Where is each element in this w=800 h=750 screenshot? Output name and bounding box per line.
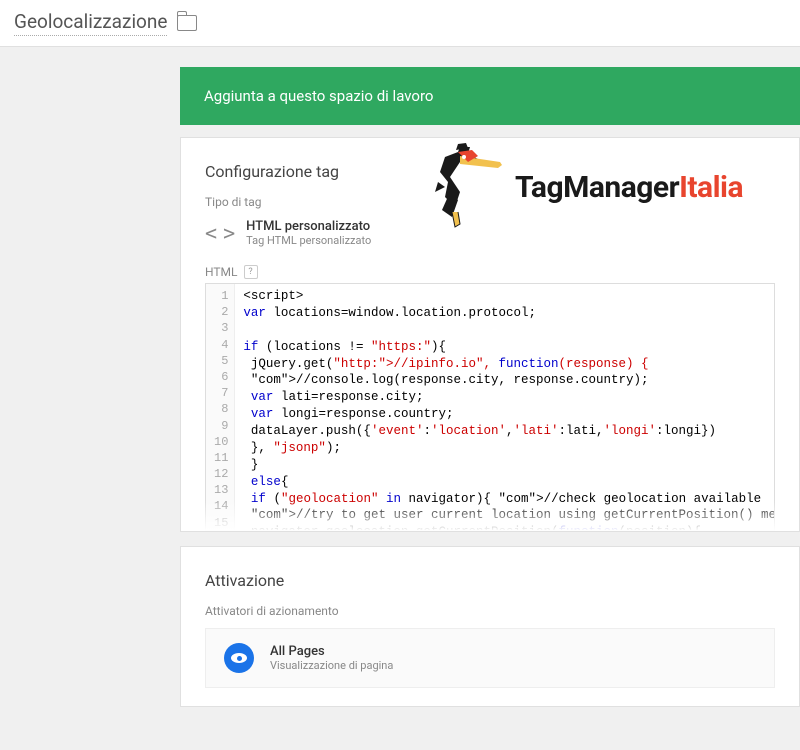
trigger-desc: Visualizzazione di pagina (270, 659, 393, 672)
activation-subtitle: Attivatori di azionamento (205, 604, 775, 618)
html-section-label: HTML ? (205, 265, 775, 279)
trigger-info: All Pages Visualizzazione di pagina (270, 644, 393, 672)
activation-card[interactable]: Attivazione Attivatori di azionamento Al… (180, 546, 800, 707)
code-body[interactable]: <script> var locations=window.location.p… (235, 284, 774, 530)
main-content: Aggiunta a questo spazio di lavoro Confi… (0, 67, 800, 707)
code-brackets-icon: < > (205, 221, 232, 245)
tag-type-desc: Tag HTML personalizzato (246, 234, 371, 247)
card-fade (181, 501, 799, 531)
code-editor[interactable]: 123456789101112131415161718 <script> var… (205, 283, 775, 531)
page-title[interactable]: Geolocalizzazione (14, 10, 167, 36)
eye-icon (231, 653, 247, 663)
tag-type-name: HTML personalizzato (246, 219, 371, 234)
line-numbers: 123456789101112131415161718 (206, 284, 235, 530)
config-title: Configurazione tag (205, 162, 775, 181)
workspace-banner: Aggiunta a questo spazio di lavoro (180, 67, 800, 125)
help-icon[interactable]: ? (244, 265, 258, 279)
banner-text: Aggiunta a questo spazio di lavoro (204, 87, 433, 105)
activation-title: Attivazione (205, 571, 775, 590)
trigger-row[interactable]: All Pages Visualizzazione di pagina (205, 628, 775, 688)
tag-config-card[interactable]: Configurazione tag Tipo di tag < > HTML … (180, 137, 800, 532)
tag-type-row[interactable]: < > HTML personalizzato Tag HTML persona… (205, 219, 775, 247)
type-label: Tipo di tag (205, 195, 775, 209)
tag-type-info: HTML personalizzato Tag HTML personalizz… (246, 219, 371, 247)
page-header: Geolocalizzazione (0, 0, 800, 47)
trigger-name: All Pages (270, 644, 393, 659)
pageview-trigger-icon (224, 643, 254, 673)
folder-icon[interactable] (177, 15, 197, 31)
